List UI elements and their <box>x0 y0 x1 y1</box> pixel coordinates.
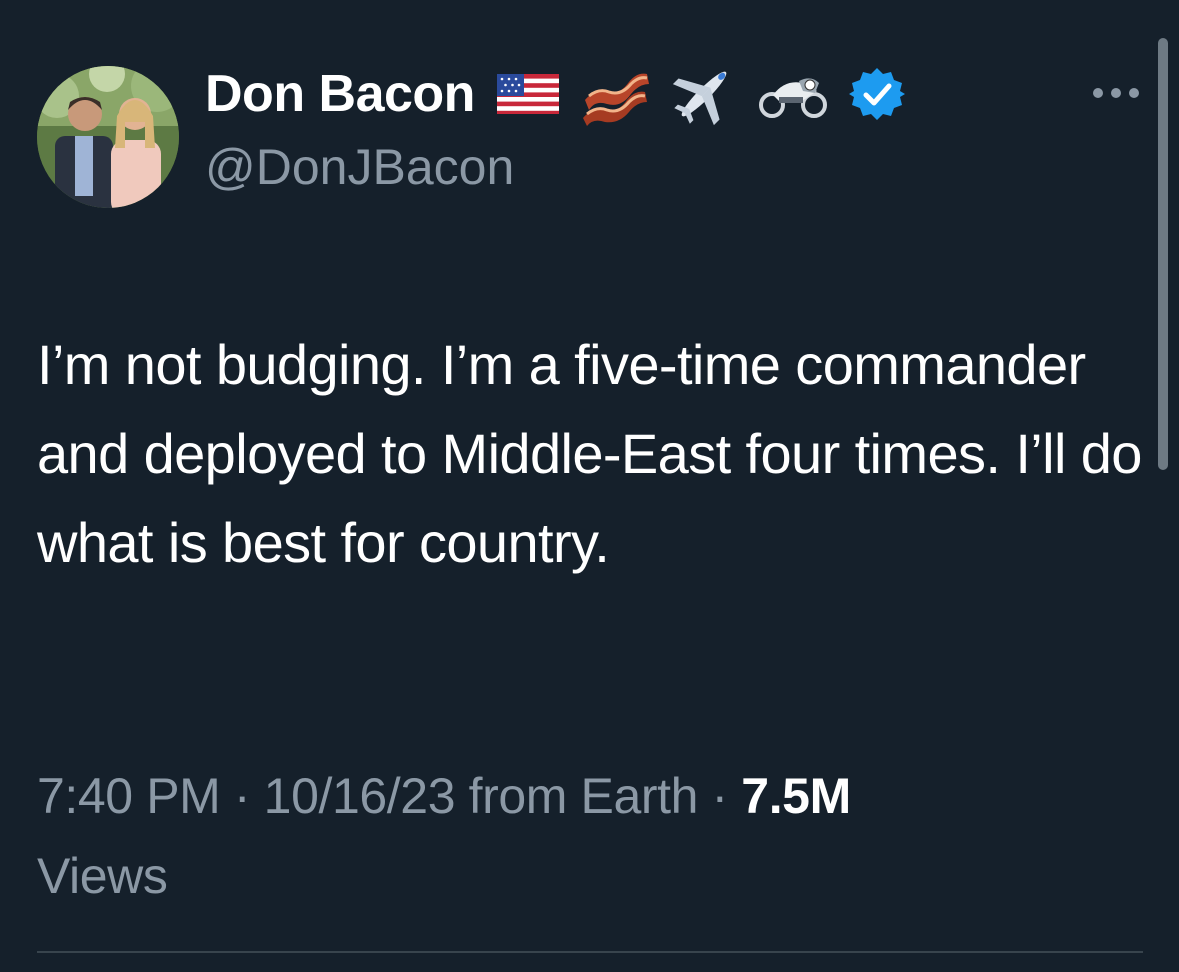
tweet-time[interactable]: 7:40 PM <box>37 768 221 824</box>
tweet-source: from Earth <box>468 768 699 824</box>
more-dot-icon <box>1129 88 1139 98</box>
author-handle[interactable]: @DonJBacon <box>205 138 514 196</box>
views-count[interactable]: 7.5M <box>741 768 851 824</box>
scrollbar-thumb[interactable] <box>1158 38 1168 470</box>
avatar[interactable] <box>37 66 179 208</box>
divider <box>37 951 1143 953</box>
more-options-button[interactable] <box>1093 78 1139 108</box>
motorcycle-icon <box>758 69 827 119</box>
tweet-date[interactable]: 10/16/23 <box>264 768 456 824</box>
us-flag-icon <box>496 74 559 114</box>
airplane-icon <box>671 61 737 127</box>
separator-dot: · <box>233 768 251 824</box>
bacon-icon <box>581 62 651 126</box>
more-dot-icon <box>1111 88 1121 98</box>
display-name[interactable]: Don Bacon <box>205 64 475 124</box>
separator-dot: · <box>711 768 729 824</box>
avatar-image <box>37 66 179 208</box>
tweet-text: I’m not budging. I’m a five-time command… <box>37 333 1142 574</box>
author-name-row[interactable]: Don Bacon <box>205 62 905 126</box>
tweet-detail: Don Bacon @DonJBacon I’m not budging. I’… <box>0 0 1179 972</box>
verified-badge-icon <box>848 66 905 122</box>
more-dot-icon <box>1093 88 1103 98</box>
views-label[interactable]: Views <box>37 848 168 904</box>
tweet-metadata: 7:40 PM · 10/16/23 from Earth · 7.5M Vie… <box>37 756 1147 916</box>
